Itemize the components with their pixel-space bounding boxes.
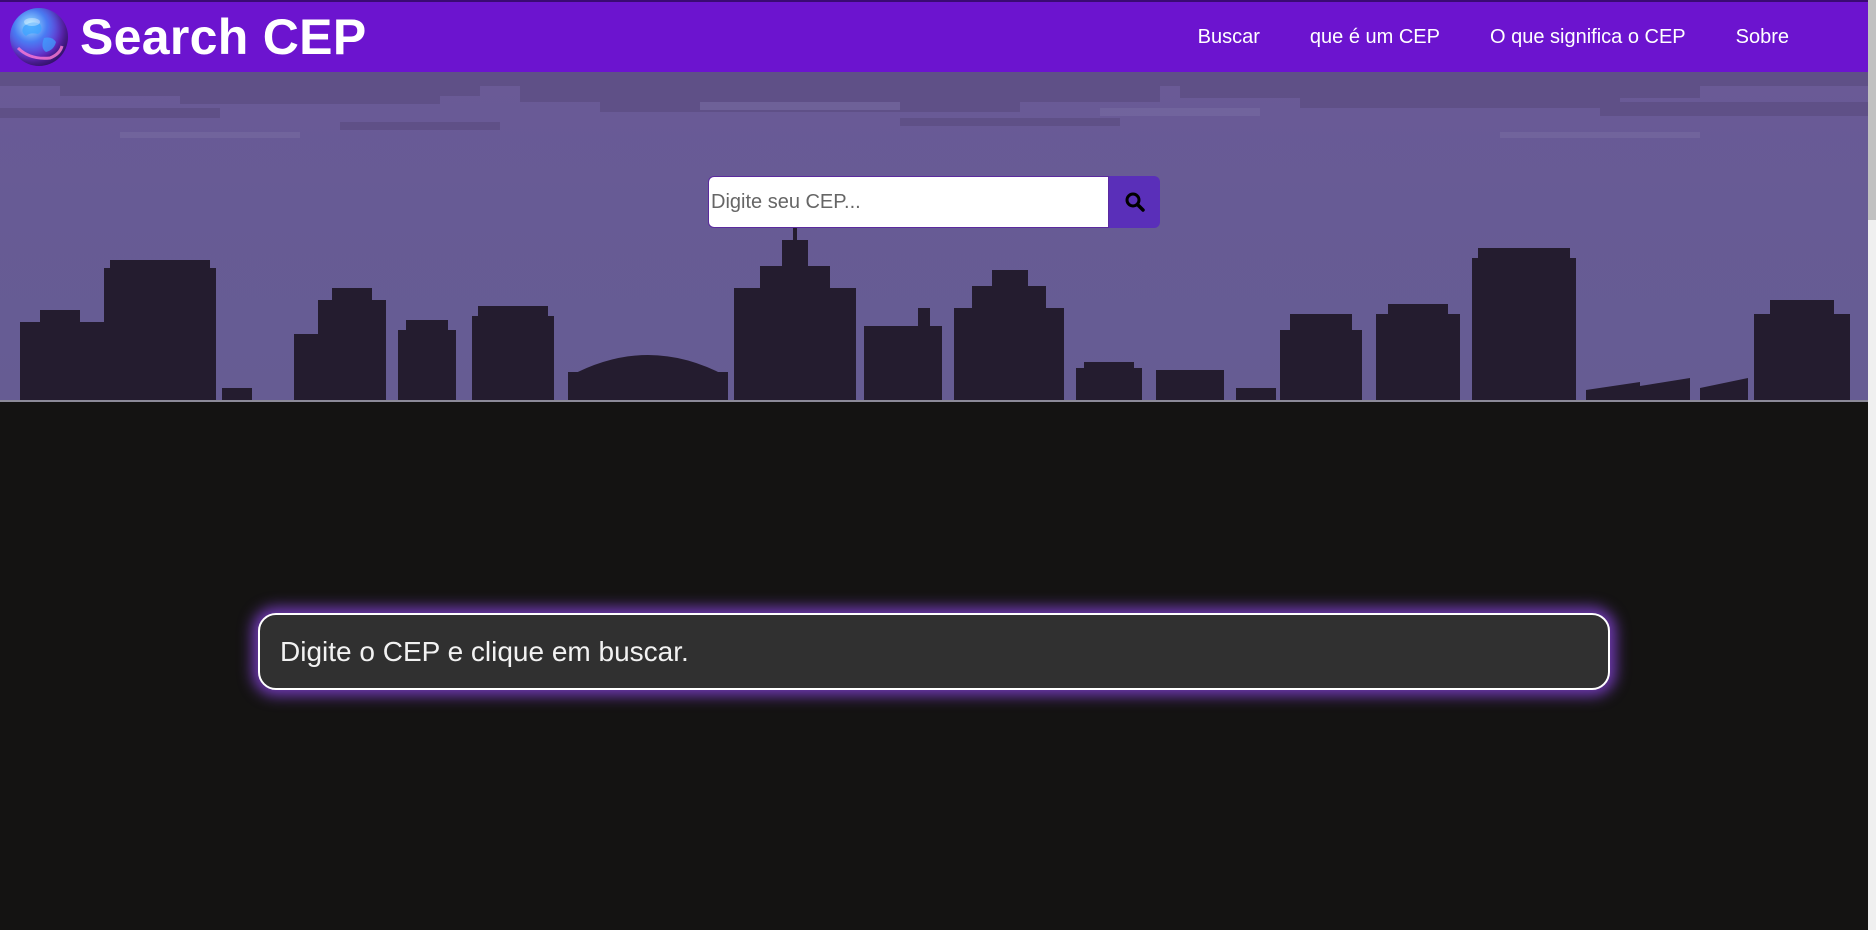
nav-item-buscar[interactable]: Buscar (1198, 26, 1260, 49)
search-button[interactable] (1109, 176, 1160, 228)
result-message-box: Digite o CEP e clique em buscar. (258, 613, 1610, 690)
brand-title[interactable]: Search CEP (80, 8, 366, 66)
nav-item-que-e-um-cep[interactable]: que é um CEP (1310, 26, 1440, 49)
main-nav: Buscar que é um CEP O que significa o CE… (1198, 2, 1868, 72)
cep-search-form (708, 176, 1160, 228)
nav-item-sobre[interactable]: Sobre (1736, 26, 1789, 49)
page-scrollbar[interactable] (1868, 0, 1876, 930)
nav-item-o-que-significa[interactable]: O que significa o CEP (1490, 26, 1686, 49)
search-icon (1125, 192, 1145, 212)
cep-search-input[interactable] (708, 176, 1109, 228)
top-navbar: Search CEP Buscar que é um CEP O que sig… (0, 0, 1868, 72)
globe-icon[interactable] (10, 8, 68, 66)
city-skyline-image (0, 72, 1868, 400)
scrollbar-thumb[interactable] (1868, 0, 1876, 220)
result-message: Digite o CEP e clique em buscar. (280, 635, 689, 667)
hero-banner (0, 72, 1868, 402)
